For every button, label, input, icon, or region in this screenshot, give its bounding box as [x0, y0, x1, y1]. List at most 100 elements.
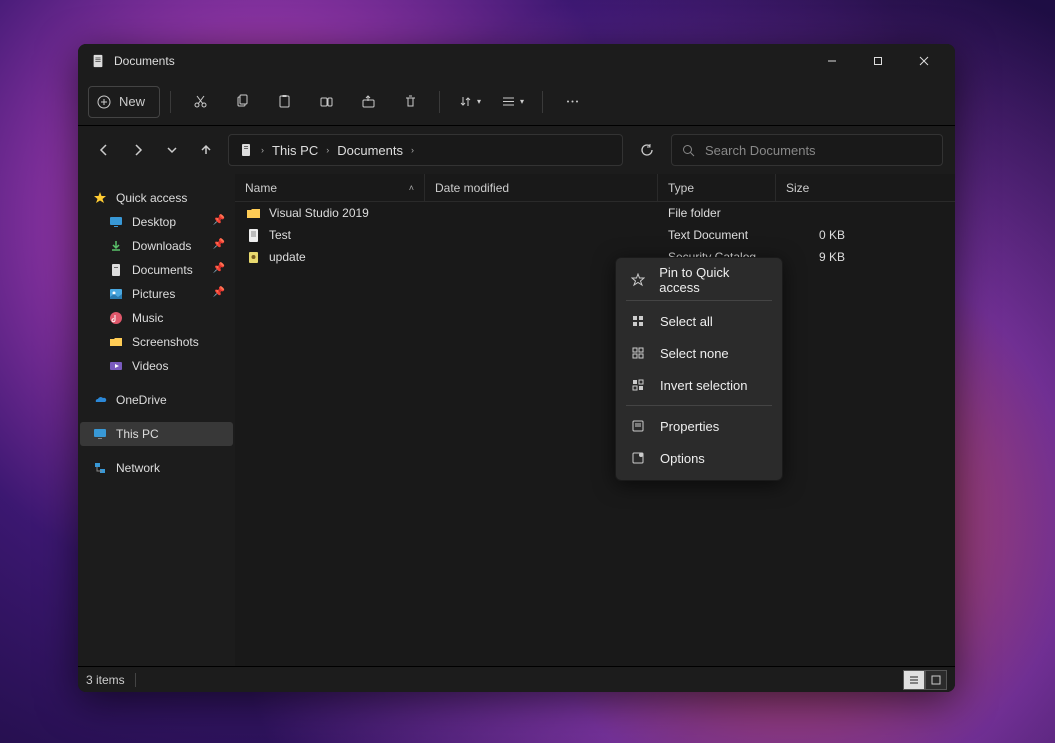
forward-button[interactable] — [124, 136, 152, 164]
music-icon — [108, 310, 124, 326]
address-field[interactable]: › This PC › Documents › — [228, 134, 623, 166]
star-icon — [92, 190, 108, 206]
onedrive-icon — [92, 392, 108, 408]
menu-select-all[interactable]: Select all — [616, 305, 782, 337]
sidebar-item-downloads[interactable]: Downloads📌 — [80, 234, 233, 258]
sidebar-item-documents[interactable]: Documents📌 — [80, 258, 233, 282]
chevron-right-icon: › — [411, 145, 414, 155]
sidebar-label: Desktop — [132, 215, 176, 229]
txt-icon — [245, 227, 261, 243]
sidebar-label: Network — [116, 461, 160, 475]
breadcrumb-segment[interactable]: This PC — [268, 143, 322, 158]
select-none-icon — [630, 345, 646, 361]
cut-button[interactable] — [181, 86, 219, 118]
copy-button[interactable] — [223, 86, 261, 118]
menu-pin-quick-access[interactable]: Pin to Quick access — [616, 264, 782, 296]
folder-icon — [245, 205, 261, 221]
menu-separator — [626, 405, 772, 406]
up-button[interactable] — [192, 136, 220, 164]
sort-button[interactable]: ▾ — [450, 86, 489, 118]
properties-icon — [630, 418, 646, 434]
pictures-icon — [108, 286, 124, 302]
menu-invert-selection[interactable]: Invert selection — [616, 369, 782, 401]
view-details-button[interactable] — [903, 670, 925, 690]
file-name: update — [269, 250, 306, 264]
catalog-icon — [245, 249, 261, 265]
column-size[interactable]: Size — [776, 174, 855, 201]
menu-label: Invert selection — [660, 378, 747, 393]
folder-icon — [108, 334, 124, 350]
sidebar-network[interactable]: Network — [80, 456, 233, 480]
sidebar-label: OneDrive — [116, 393, 167, 407]
sidebar-label: Videos — [132, 359, 168, 373]
options-icon — [630, 450, 646, 466]
more-button[interactable] — [553, 86, 591, 118]
sidebar-onedrive[interactable]: OneDrive — [80, 388, 233, 412]
file-name: Visual Studio 2019 — [269, 206, 369, 220]
file-size: 9 KB — [819, 250, 845, 264]
toolbar-separator — [542, 91, 543, 113]
maximize-button[interactable] — [855, 44, 901, 78]
close-button[interactable] — [901, 44, 947, 78]
sidebar: Quick access Desktop 📌 Downloads📌 Documen… — [78, 174, 235, 666]
menu-label: Properties — [660, 419, 719, 434]
refresh-button[interactable] — [631, 134, 663, 166]
search-field[interactable]: Search Documents — [671, 134, 943, 166]
sidebar-item-videos[interactable]: Videos — [80, 354, 233, 378]
explorer-window: Documents New ▾ ▾ — [78, 44, 955, 692]
new-label: New — [119, 94, 145, 109]
menu-properties[interactable]: Properties — [616, 410, 782, 442]
back-button[interactable] — [90, 136, 118, 164]
menu-label: Select none — [660, 346, 729, 361]
sidebar-quickaccess[interactable]: Quick access — [80, 186, 233, 210]
file-row[interactable]: Test Text Document 0 KB — [235, 224, 955, 246]
column-date[interactable]: Date modified — [425, 174, 658, 201]
chevron-down-icon: ▾ — [520, 97, 524, 106]
view-button[interactable]: ▾ — [493, 86, 532, 118]
sidebar-item-desktop[interactable]: Desktop 📌 — [80, 210, 233, 234]
share-button[interactable] — [349, 86, 387, 118]
view-large-button[interactable] — [925, 670, 947, 690]
documents-icon — [235, 143, 257, 157]
file-row[interactable]: update Security Catalog 9 KB — [235, 246, 955, 268]
sidebar-label: Downloads — [132, 239, 191, 253]
column-name[interactable]: Name˄ — [235, 174, 425, 201]
new-button[interactable]: New — [88, 86, 160, 118]
file-row[interactable]: Visual Studio 2019 File folder — [235, 202, 955, 224]
rename-button[interactable] — [307, 86, 345, 118]
delete-button[interactable] — [391, 86, 429, 118]
column-type[interactable]: Type — [658, 174, 776, 201]
status-item-count: 3 items — [86, 673, 125, 687]
sidebar-label: Screenshots — [132, 335, 199, 349]
toolbar-separator — [439, 91, 440, 113]
sidebar-item-screenshots[interactable]: Screenshots — [80, 330, 233, 354]
titlebar: Documents — [78, 44, 955, 78]
menu-select-none[interactable]: Select none — [616, 337, 782, 369]
sidebar-item-pictures[interactable]: Pictures📌 — [80, 282, 233, 306]
sidebar-item-music[interactable]: Music — [80, 306, 233, 330]
context-menu: Pin to Quick access Select all Select no… — [615, 257, 783, 481]
menu-options[interactable]: Options — [616, 442, 782, 474]
star-icon — [630, 272, 645, 288]
status-separator — [135, 673, 136, 687]
minimize-button[interactable] — [809, 44, 855, 78]
breadcrumb-segment[interactable]: Documents — [333, 143, 407, 158]
select-all-icon — [630, 313, 646, 329]
sidebar-thispc[interactable]: This PC — [80, 422, 233, 446]
menu-separator — [626, 300, 772, 301]
sidebar-label: This PC — [116, 427, 159, 441]
history-button[interactable] — [158, 136, 186, 164]
menu-label: Options — [660, 451, 705, 466]
menu-label: Pin to Quick access — [659, 265, 768, 295]
file-name: Test — [269, 228, 291, 242]
toolbar: New ▾ ▾ — [78, 78, 955, 126]
sidebar-label: Music — [132, 311, 163, 325]
file-type: File folder — [668, 206, 721, 220]
monitor-icon — [92, 426, 108, 442]
menu-label: Select all — [660, 314, 713, 329]
window-title: Documents — [114, 54, 175, 68]
main-pane: Name˄ Date modified Type Size Visual Stu… — [235, 174, 955, 666]
status-bar: 3 items — [78, 666, 955, 692]
paste-button[interactable] — [265, 86, 303, 118]
pin-icon: 📌 — [213, 215, 225, 226]
